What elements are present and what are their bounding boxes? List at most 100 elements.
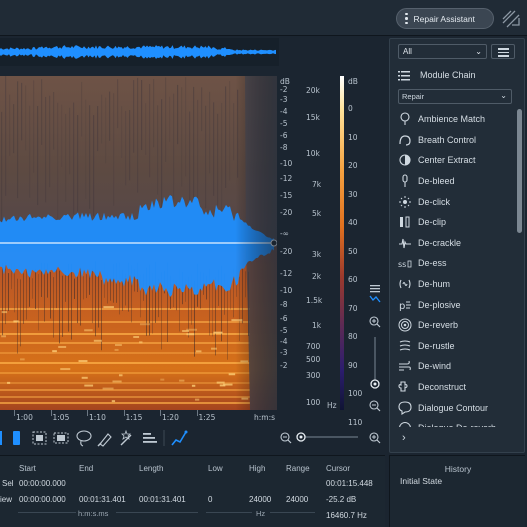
color-scale-tick: 100 [348, 389, 363, 398]
harmonic-select-icon[interactable] [143, 433, 157, 443]
color-scale-tick: 20 [348, 161, 358, 170]
frequency-tick: 1.5k [306, 296, 323, 305]
color-scale-tick: 10 [348, 132, 358, 142]
module-item[interactable]: De-clip [394, 212, 514, 233]
overview-waveform [0, 45, 276, 59]
color-scale-tick: 90 [348, 360, 358, 370]
sel-start-value[interactable]: 00:00:00.000 [19, 479, 66, 488]
module-item[interactable]: Breath Control [394, 130, 514, 151]
vertical-zoom-in-icon[interactable] [369, 316, 381, 328]
module-item[interactable]: Dialogue De-reverb [394, 418, 514, 427]
instant-process-icon[interactable] [171, 430, 188, 446]
module-item[interactable]: De-bleed [394, 171, 514, 192]
module-item[interactable]: De-rustle [394, 336, 514, 357]
view-length-value[interactable]: 00:01:31.401 [139, 495, 186, 504]
list-menu-button[interactable] [491, 44, 515, 59]
low-header: Low [208, 464, 223, 473]
timeline-tick: 1:20 [162, 413, 179, 422]
spectrogram-color-bar [340, 76, 344, 410]
module-item[interactable]: De-crackle [394, 233, 514, 254]
amplitude-tick: -8 [280, 300, 288, 309]
timeline-tick: 1:25 [198, 413, 216, 422]
module-item-label: Deconstruct [418, 382, 467, 393]
amplitude-tick: -4 [280, 107, 288, 116]
color-scale-tick: 70 [348, 303, 358, 313]
timeline-tick: 1:10 [89, 413, 106, 422]
module-item[interactable]: Dialogue Contour [394, 397, 514, 418]
view-range-value[interactable]: 24000 [286, 495, 308, 504]
frequency-tick: 100 [306, 398, 321, 407]
frequency-tick: 1k [312, 321, 322, 330]
lasso-select-icon[interactable] [76, 430, 92, 447]
center-extract-icon [399, 154, 411, 167]
magic-wand-icon[interactable] [120, 429, 132, 446]
spectrogram-mode-icon[interactable] [369, 285, 381, 303]
box-select-icon[interactable] [53, 432, 69, 444]
timeline-ruler[interactable]: 1:00 1:05 1:10 1:15 1:20 1:25 h:m:s [0, 410, 300, 426]
list-icon [398, 70, 410, 80]
frequency-scale: 20k 15k 10k 7k 5k 3k 2k 1.5k 1k 700 500 300 100 Hz [300, 76, 337, 410]
timeline-tick: 1:00 [16, 413, 33, 422]
spectrogram-view[interactable] [0, 76, 277, 410]
de-rustle-icon [399, 340, 411, 351]
view-end-value[interactable]: 00:01:31.401 [79, 495, 126, 504]
timeline-tick-mark [196, 410, 198, 416]
module-item[interactable]: ss De-ess [394, 253, 514, 274]
time-select-icon[interactable] [0, 431, 20, 445]
module-item[interactable]: Deconstruct [394, 377, 514, 398]
start-header: Start [19, 464, 36, 473]
module-item[interactable]: De-click [394, 191, 514, 212]
history-entry[interactable]: Initial State [400, 476, 442, 486]
repair-assistant-button[interactable]: Repair Assistant [396, 8, 494, 29]
color-scale-tick: 50 [348, 246, 358, 256]
module-item[interactable]: p De-plosive [394, 294, 514, 315]
breath-control-icon [399, 135, 411, 146]
waveform-overview[interactable] [0, 38, 279, 66]
module-item-label: De-clip [418, 217, 447, 228]
module-filter-select[interactable]: All ⌄ [398, 44, 487, 59]
module-item-label: De-crackle [418, 237, 462, 248]
frequency-unit: Hz [327, 401, 337, 410]
vertical-zoom-out-icon[interactable] [369, 400, 381, 412]
ambience-match-icon [400, 112, 410, 126]
end-header: End [79, 464, 94, 473]
kebab-icon [405, 12, 408, 25]
amplitude-tick: -5 [280, 326, 288, 335]
frequency-tick: 700 [306, 342, 321, 351]
rx-logo-icon[interactable] [500, 8, 522, 30]
amplitude-tick: -6 [280, 314, 288, 323]
module-item[interactable]: Center Extract [394, 150, 514, 171]
module-item[interactable]: De-wind [394, 356, 514, 377]
frequency-tick: 3k [312, 250, 322, 259]
de-plosive-icon: p [399, 301, 411, 312]
module-chain-button[interactable]: Module Chain [398, 67, 476, 83]
module-item-label: De-click [418, 196, 451, 207]
category-value: Repair [402, 92, 425, 101]
module-item[interactable]: De-hum [394, 274, 514, 295]
zoom-out-icon[interactable] [280, 432, 292, 444]
module-item-label: De-ess [418, 258, 447, 269]
module-item[interactable]: De-reverb [394, 315, 514, 336]
view-low-value[interactable]: 0 [208, 495, 212, 504]
frequency-tick: 5k [312, 209, 322, 218]
svg-text:ss: ss [398, 260, 406, 269]
de-bleed-icon [402, 174, 408, 188]
timeline-tick: 1:15 [125, 413, 143, 422]
view-high-value[interactable]: 24000 [249, 495, 271, 504]
chevron-right-icon[interactable]: › [402, 432, 406, 444]
view-start-value[interactable]: 00:00:00.000 [19, 495, 66, 504]
amplitude-tick: -∞ [280, 229, 289, 238]
cursor-freq-value: 16460.7 Hz [326, 511, 367, 520]
repair-assistant-label: Repair Assistant [413, 13, 475, 24]
history-panel: History Initial State [389, 455, 525, 527]
module-list-scrollbar[interactable] [517, 109, 522, 233]
module-item[interactable]: Ambience Match [394, 109, 514, 130]
category-select[interactable]: Repair ⌄ [398, 89, 512, 104]
zoom-in-icon[interactable] [369, 432, 381, 444]
selection-toolbar [0, 426, 385, 450]
brush-select-icon[interactable] [97, 433, 112, 447]
history-title: History [444, 464, 472, 474]
frequency-tick: 10k [306, 149, 320, 158]
de-wind-icon [399, 361, 411, 371]
freq-select-icon[interactable] [32, 431, 47, 445]
